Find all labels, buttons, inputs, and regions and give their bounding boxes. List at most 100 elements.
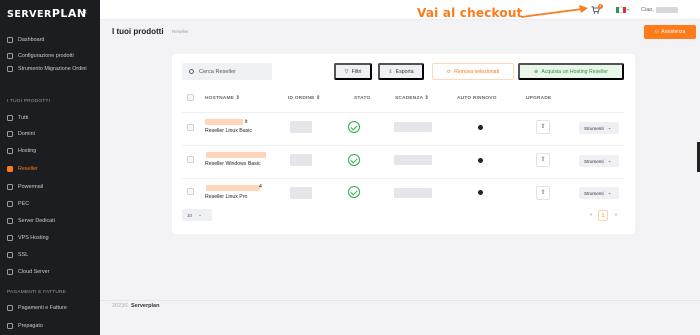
status-ok-icon: [348, 154, 360, 166]
search-input[interactable]: Cerca Reseller: [182, 63, 272, 80]
italian-flag-icon[interactable]: [616, 7, 626, 13]
tools-dropdown[interactable]: Strumenti ⌄: [579, 155, 619, 167]
chevron-down-icon: ⌄: [198, 212, 202, 217]
sidebar-item-vps[interactable]: VPS Hosting: [0, 232, 100, 244]
col-expiry[interactable]: SCADENZA ⇕: [395, 96, 429, 101]
select-all-checkbox[interactable]: [187, 94, 194, 101]
col-hostname[interactable]: HOSTNAME ⇕: [205, 96, 240, 101]
assistance-button[interactable]: ⚇ Assistenza: [644, 25, 696, 39]
row-checkbox[interactable]: [187, 124, 194, 131]
headset-icon: ⚇: [654, 29, 660, 35]
auto-renew-indicator-icon[interactable]: [478, 190, 483, 195]
globe-icon: [7, 131, 13, 137]
footer-divider: [100, 300, 700, 301]
sidebar-item-dashboard[interactable]: Dashboard: [0, 34, 100, 46]
hostname-redacted: [206, 152, 266, 158]
wallet-icon: [7, 323, 13, 329]
sidebar-item-powermail[interactable]: Powermail: [0, 181, 100, 193]
invoice-icon: [7, 305, 13, 311]
migration-icon: [7, 66, 13, 72]
collapse-sidebar-icon[interactable]: «: [82, 6, 87, 16]
sidebar-item-all[interactable]: Tutti: [0, 112, 100, 124]
mail-icon: [7, 184, 13, 190]
tools-dropdown[interactable]: Strumenti ⌄: [579, 187, 619, 199]
buy-reseller-button[interactable]: ⊕ Acquista un Hosting Reseller: [518, 63, 624, 80]
col-auto-renew: AUTO RINNOVO: [457, 96, 497, 101]
dashboard-icon: [7, 37, 13, 43]
chevron-down-icon: ⌄: [607, 125, 612, 130]
upgrade-icon[interactable]: ⇧: [536, 153, 550, 167]
sidebar-item-dedicated[interactable]: Server Dedicati: [0, 215, 100, 227]
user-greeting[interactable]: Ciao,: [641, 7, 654, 13]
products-card: [172, 54, 635, 234]
cloud-icon: [7, 269, 13, 275]
page-1-button[interactable]: 1: [598, 210, 608, 221]
chevron-down-icon: ⌄: [607, 190, 612, 195]
footer-brand-link[interactable]: Serverplan: [131, 303, 159, 309]
sidebar-item-hosting[interactable]: Hosting: [0, 145, 100, 157]
sidebar-item-reseller[interactable]: Reseller: [0, 163, 100, 175]
row-divider: [182, 112, 624, 113]
sidebar-item-pec[interactable]: PEC: [0, 198, 100, 210]
breadcrumb[interactable]: Reseller: [172, 29, 189, 34]
tools-dropdown[interactable]: Strumenti ⌄: [579, 122, 619, 134]
cart-count-badge: 1: [598, 4, 603, 9]
section-products: I TUOI PRODOTTI: [7, 99, 51, 104]
server-icon: [7, 148, 13, 154]
sidebar-item-invoices[interactable]: Pagamenti e Fatture: [0, 302, 100, 314]
order-id-redacted: [290, 187, 312, 199]
settings-icon: [7, 53, 13, 59]
pec-icon: [7, 201, 13, 207]
row-divider: [182, 178, 624, 179]
logo[interactable]: SERVERPLAN: [7, 7, 87, 20]
expiry-redacted: [394, 122, 432, 132]
product-name[interactable]: Reseller Linux Pro: [205, 194, 247, 200]
sidebar-item-ssl[interactable]: SSL: [0, 249, 100, 261]
row-divider: [182, 145, 624, 146]
next-page-button[interactable]: »: [611, 210, 621, 221]
col-status: STATO: [354, 96, 371, 101]
export-button[interactable]: ⇩ Esporta: [378, 63, 424, 80]
col-upgrade: UPGRADE: [526, 96, 552, 101]
refresh-icon: ⟳: [446, 68, 452, 75]
export-icon: ⇩: [388, 68, 393, 75]
grid-icon: [7, 115, 13, 121]
row-checkbox[interactable]: [187, 156, 194, 163]
chevron-down-icon: ⌄: [607, 158, 612, 163]
upgrade-icon[interactable]: ⇧: [536, 186, 550, 200]
page-title: I tuoi prodotti: [112, 27, 164, 36]
annotation-arrow-icon: [520, 5, 588, 18]
reseller-icon: [7, 166, 13, 172]
product-name[interactable]: Reseller Windows Basic: [205, 161, 261, 167]
topbar: [100, 0, 700, 20]
auto-renew-indicator-icon[interactable]: [478, 158, 483, 163]
footer-year: 2023©: [112, 303, 129, 309]
hostname-suffix: it: [245, 119, 248, 125]
filter-icon: ▽: [344, 68, 349, 75]
section-billing: PAGAMENTI E FATTURE: [7, 290, 67, 295]
upgrade-icon[interactable]: ⇧: [536, 120, 550, 134]
sidebar-item-cloud[interactable]: Cloud Server: [0, 266, 100, 278]
sidebar-item-config[interactable]: Configurazione prodotti: [0, 50, 100, 62]
search-icon: [189, 69, 194, 74]
row-checkbox[interactable]: [187, 188, 194, 195]
auto-renew-indicator-icon[interactable]: [478, 125, 483, 130]
hostname-redacted: [206, 185, 260, 191]
page-size-select[interactable]: 10 ⌄: [182, 209, 212, 221]
status-ok-icon: [348, 186, 360, 198]
sidebar-item-domains[interactable]: Domini: [0, 128, 100, 140]
lock-icon: [7, 252, 13, 258]
col-order-id[interactable]: ID ORDINE ⇕: [288, 96, 320, 101]
chevron-down-icon[interactable]: ▾: [627, 7, 629, 12]
plus-circle-icon: ⊕: [534, 68, 539, 75]
user-name-redacted[interactable]: [656, 7, 678, 13]
checkout-annotation: Vai al checkout: [417, 6, 523, 20]
prev-page-button[interactable]: «: [586, 210, 596, 221]
product-name[interactable]: Reseller Linux Basic: [205, 128, 252, 134]
filters-button[interactable]: ▽ Filtri: [334, 63, 372, 80]
hostname-redacted: [205, 119, 243, 125]
sidebar-item-migration[interactable]: Strumento Migrazione Ordini: [0, 66, 100, 82]
expiry-redacted: [394, 188, 432, 198]
sidebar-item-prepaid[interactable]: Prepagato: [0, 320, 100, 332]
renew-selected-button[interactable]: ⟳ Rinnova selezionati: [432, 63, 514, 80]
